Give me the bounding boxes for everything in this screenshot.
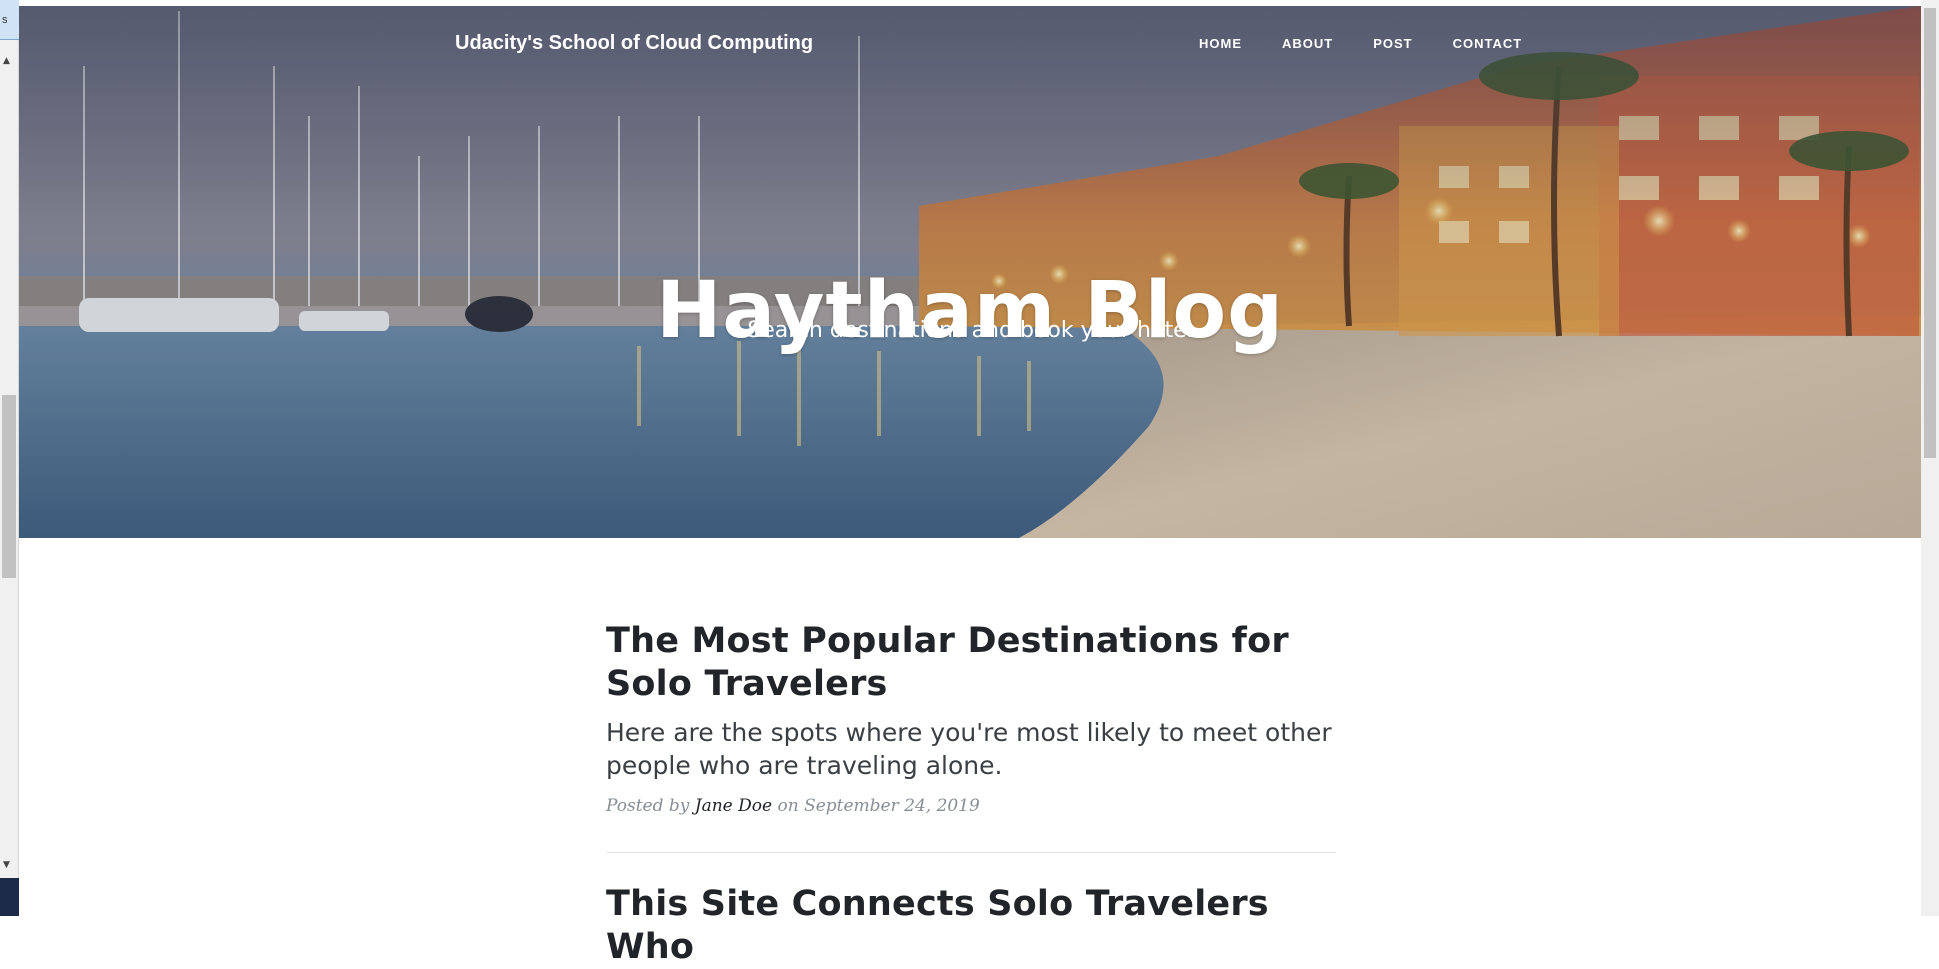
site-brand-link[interactable]: Udacity's School of Cloud Computing <box>455 32 813 55</box>
post-date: September 24, 2019 <box>804 796 980 816</box>
post-preview: The Most Popular Destinations for Solo T… <box>606 620 1336 816</box>
scroll-up-arrow-icon[interactable]: ▲ <box>3 56 10 66</box>
post-divider <box>606 852 1336 853</box>
nav-link-contact[interactable]: CONTACT <box>1453 36 1523 56</box>
scroll-down-arrow-icon[interactable]: ▼ <box>3 860 10 870</box>
post-preview: This Site Connects Solo Travelers Who <box>606 883 1336 969</box>
page-scrollbar[interactable] <box>1921 0 1939 916</box>
left-scroll-thumb[interactable] <box>2 395 16 578</box>
hero-subtitle: Search destinations and book your hotel <box>747 318 1193 343</box>
post-link[interactable]: The Most Popular Destinations for Solo T… <box>606 620 1336 782</box>
nav-link-home[interactable]: HOME <box>1199 36 1242 56</box>
left-scrollbar[interactable]: s ▲ ▼ <box>0 0 19 916</box>
nav-link-post[interactable]: POST <box>1373 36 1412 56</box>
post-title[interactable]: The Most Popular Destinations for Solo T… <box>606 620 1336 706</box>
post-link[interactable]: This Site Connects Solo Travelers Who <box>606 883 1336 969</box>
post-author-link[interactable]: Jane Doe <box>695 796 772 816</box>
page-scroll-thumb[interactable] <box>1924 8 1936 458</box>
post-list: The Most Popular Destinations for Solo T… <box>606 620 1336 969</box>
left-tab[interactable]: s <box>0 0 19 40</box>
post-meta-on: on <box>777 796 799 816</box>
post-subtitle[interactable]: Here are the spots where you're most lik… <box>606 716 1336 782</box>
hero-header: Udacity's School of Cloud Computing HOME… <box>19 6 1921 538</box>
main-nav: HOME ABOUT POST CONTACT <box>1199 36 1522 56</box>
left-bottom-block <box>0 878 19 916</box>
nav-link-about[interactable]: ABOUT <box>1282 36 1333 56</box>
post-title[interactable]: This Site Connects Solo Travelers Who <box>606 883 1336 969</box>
post-meta: Posted by Jane Doe on September 24, 2019 <box>606 796 1336 816</box>
post-meta-prefix: Posted by <box>606 796 690 816</box>
